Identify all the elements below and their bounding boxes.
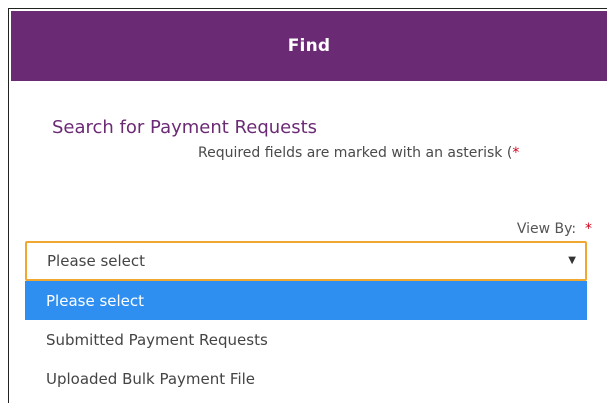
required-asterisk: * [512,145,520,161]
view-by-selected-value: Please select [47,252,146,270]
caret-down-icon[interactable]: ▼ [568,255,576,266]
option-uploaded-bulk-payment-file[interactable]: Uploaded Bulk Payment File [25,359,587,398]
section-title: Search for Payment Requests [52,117,318,138]
view-by-select[interactable]: Please select ▼ [25,241,587,281]
option-please-select[interactable]: Please select [25,281,587,320]
find-header: Find [11,11,607,81]
required-note-text: Required fields are marked with an aster… [198,145,513,161]
view-by-label: View By: * [517,221,592,237]
option-submitted-payment-requests[interactable]: Submitted Payment Requests [25,320,587,359]
required-fields-note: Required fields are marked with an aster… [198,145,519,161]
view-by-required-asterisk: * [585,221,592,237]
view-by-dropdown-list: Please select Submitted Payment Requests… [25,281,587,398]
view-by-label-text: View By: [516,221,577,237]
header-title: Find [287,36,331,56]
